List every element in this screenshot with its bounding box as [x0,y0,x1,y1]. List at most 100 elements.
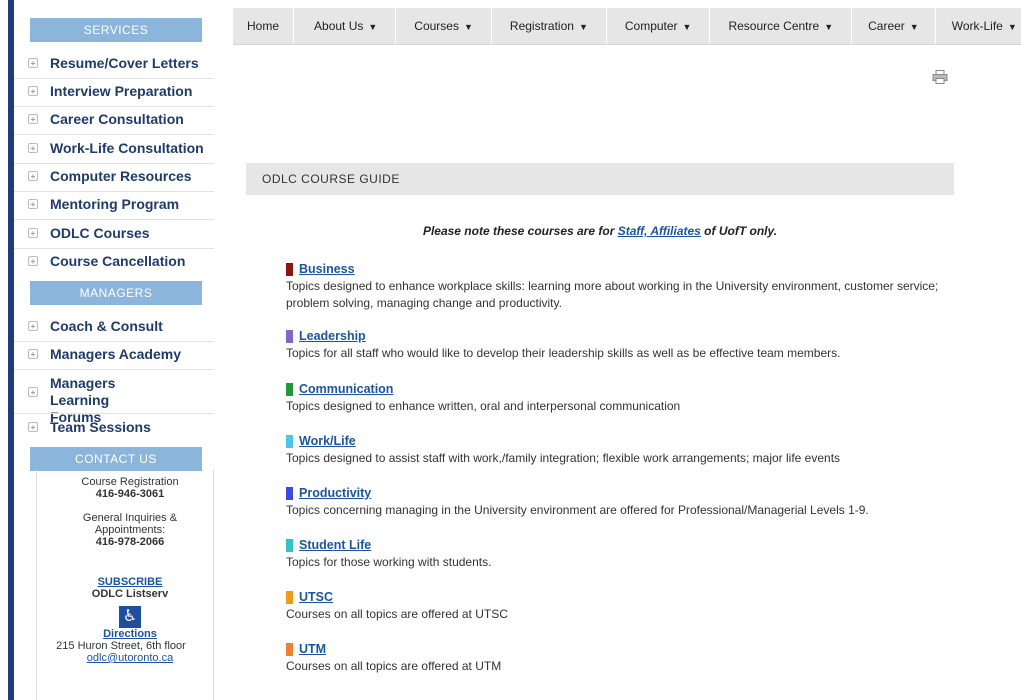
divider [14,219,214,220]
expand-icon: + [28,199,38,209]
course-title-link[interactable]: Productivity [299,485,371,502]
contact-header: CONTACT US [30,447,202,471]
dropdown-arrow-icon: ▼ [368,22,378,32]
course-description: Courses on all topics are offered at UTM [286,659,502,673]
course-title-link[interactable]: UTSC [299,589,333,606]
expand-icon: + [28,349,38,359]
registration-label: Course Registration [81,476,179,488]
nav-home[interactable]: Home [233,8,295,44]
nav-career[interactable]: Career ▼ [852,8,936,44]
staff-affiliates-link[interactable]: Staff, Affiliates [618,224,701,238]
divider [14,78,214,79]
page-edge [0,0,8,700]
nav-about[interactable]: About Us ▼ [294,8,397,44]
sidebar-item-coach[interactable]: + Coach & Consult [14,318,214,335]
nav-courses[interactable]: Courses ▼ [396,8,492,44]
print-icon[interactable] [932,70,948,84]
dropdown-arrow-icon: ▼ [578,22,588,32]
sidebar-item-career[interactable]: + Career Consultation [14,111,214,128]
course-title-row: Business [286,261,976,278]
managers-header: MANAGERS [30,281,202,305]
course-item: Student Life Topics for those working wit… [286,537,976,571]
course-title-link[interactable]: UTM [299,641,326,658]
divider [14,106,214,107]
expand-icon: + [28,58,38,68]
course-description: Topics concerning managing in the Univer… [286,503,869,517]
nav-computer[interactable]: Computer ▼ [607,8,711,44]
sidebar-item-mentoring[interactable]: + Mentoring Program [14,196,214,213]
contact-info: Course Registration 416-946-3061 General… [40,476,220,664]
sidebar-item-academy[interactable]: + Managers Academy [14,346,214,363]
course-description: Topics for all staff who would like to d… [286,346,841,360]
sidebar-item-computer[interactable]: + Computer Resources [14,168,214,185]
course-title-link[interactable]: Leadership [299,328,366,345]
inquiries-label: General Inquiries & Appointments: [82,512,178,536]
course-title-link[interactable]: Business [299,261,355,278]
sidebar-item-interview[interactable]: + Interview Preparation [14,83,214,100]
course-description: Topics for those working with students. [286,555,492,569]
course-item: UTM Courses on all topics are offered at … [286,641,976,675]
course-description: Topics designed to enhance written, oral… [286,399,681,413]
services-header: SERVICES [30,18,202,42]
expand-icon: + [28,422,38,432]
dropdown-arrow-icon: ▼ [909,22,919,32]
listserv-label: ODLC Listserv [91,588,169,600]
course-title-row: Leadership [286,328,976,345]
expand-icon: + [28,171,38,181]
course-title-link[interactable]: Student Life [299,537,371,554]
course-color-swatch [286,330,293,343]
top-nav: Home About Us ▼ Courses ▼ Registration ▼ Co… [233,8,1021,45]
directions-link[interactable]: Directions [103,628,157,640]
course-title-row: Communication [286,381,976,398]
email-link[interactable]: odlc@utoronto.ca [87,652,173,664]
course-color-swatch [286,591,293,604]
dropdown-arrow-icon: ▼ [1007,22,1017,32]
course-title-row: UTSC [286,589,976,606]
course-title-link[interactable]: Communication [299,381,393,398]
course-item: Productivity Topics concerning managing i… [286,485,976,519]
course-title-row: Work/Life [286,433,976,450]
divider [14,191,214,192]
sidebar-item-cancellation[interactable]: + Course Cancellation [14,253,214,270]
course-guide-header: ODLC COURSE GUIDE [246,163,954,195]
course-item: Communication Topics designed to enhance … [286,381,976,415]
dropdown-arrow-icon: ▼ [682,22,692,32]
course-item: Work/Life Topics designed to assist staff… [286,433,976,467]
audience-note: Please note these courses are for Staff,… [422,224,778,238]
inquiries-phone: 416-978-2066 [95,536,165,548]
divider [14,341,214,342]
expand-icon: + [28,114,38,124]
course-title-link[interactable]: Work/Life [299,433,356,450]
course-color-swatch [286,435,293,448]
course-color-swatch [286,487,293,500]
course-title-row: Productivity [286,485,976,502]
subscribe-link[interactable]: SUBSCRIBE [98,576,163,588]
course-item: Business Topics designed to enhance workp… [286,261,976,312]
expand-icon: + [28,143,38,153]
nav-registration[interactable]: Registration ▼ [492,8,607,44]
course-color-swatch [286,539,293,552]
course-item: UTSC Courses on all topics are offered at… [286,589,976,623]
divider [14,413,214,414]
nav-worklife[interactable]: Work-Life ▼ [936,8,1017,44]
nav-resource-centre[interactable]: Resource Centre ▼ [710,8,853,44]
course-color-swatch [286,263,293,276]
divider [14,134,214,135]
divider [14,163,214,164]
sidebar-item-resume[interactable]: + Resume/Cover Letters [14,55,214,72]
course-item: Leadership Topics for all staff who would… [286,328,976,362]
address-text: 215 Huron Street, 6th floor [56,640,186,652]
dropdown-arrow-icon: ▼ [463,22,473,32]
accessibility-icon[interactable]: ♿ [119,606,141,628]
course-description: Topics designed to assist staff with wor… [286,451,841,465]
sidebar-item-worklife[interactable]: + Work-Life Consultation [14,140,214,157]
course-color-swatch [286,383,293,396]
course-description: Topics designed to enhance workplace ski… [286,279,939,310]
registration-phone: 416-946-3061 [95,488,165,500]
sidebar-item-team[interactable]: + Team Sessions [14,419,214,436]
expand-icon: + [28,86,38,96]
sidebar-item-odlc-courses[interactable]: + ODLC Courses [14,225,214,242]
divider [14,248,214,249]
expand-icon: + [28,387,38,397]
dropdown-arrow-icon: ▼ [824,22,834,32]
